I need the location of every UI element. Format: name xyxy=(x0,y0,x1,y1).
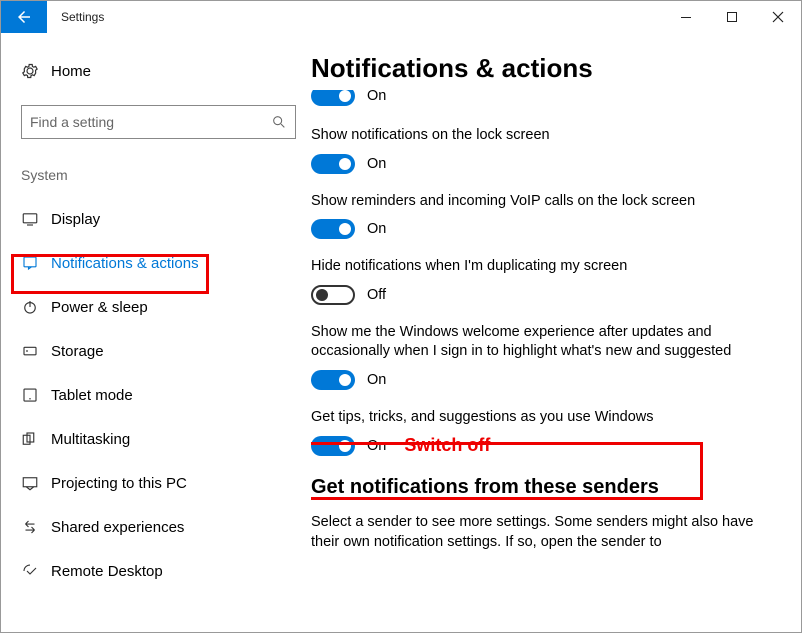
setting-label: Hide notifications when I'm duplicating … xyxy=(311,257,773,277)
main-panel: Notifications & actions On Show notifica… xyxy=(311,33,801,632)
sidebar-item-notifications[interactable]: Notifications & actions xyxy=(21,241,311,285)
gear-icon xyxy=(21,62,51,80)
body: Home System Display Notifications & acti… xyxy=(1,33,801,632)
sidebar: Home System Display Notifications & acti… xyxy=(1,33,311,632)
search-field[interactable] xyxy=(30,114,271,130)
toggle-hide-when-duplicating[interactable] xyxy=(311,285,355,305)
close-button[interactable] xyxy=(755,1,801,33)
sidebar-category: System xyxy=(21,167,311,183)
setting-cutoff: On xyxy=(311,90,773,108)
notifications-icon xyxy=(21,254,51,272)
sidebar-item-label: Remote Desktop xyxy=(51,563,163,580)
search-input[interactable] xyxy=(21,105,296,139)
sidebar-item-label: Power & sleep xyxy=(51,299,148,316)
toggle-lock-screen-notifications[interactable] xyxy=(311,154,355,174)
toggle-state: On xyxy=(367,372,386,388)
window-controls xyxy=(663,1,801,33)
power-icon xyxy=(21,298,51,316)
back-button[interactable] xyxy=(1,1,47,33)
titlebar: Settings xyxy=(1,1,801,33)
setting-label: Show me the Windows welcome experience a… xyxy=(311,323,773,362)
sidebar-item-power[interactable]: Power & sleep xyxy=(21,285,311,329)
multitasking-icon xyxy=(21,430,51,448)
sidebar-item-remote[interactable]: Remote Desktop xyxy=(21,549,311,593)
toggle-state: Off xyxy=(367,287,386,303)
sidebar-item-label: Notifications & actions xyxy=(51,255,199,272)
sidebar-item-label: Display xyxy=(51,211,100,228)
sidebar-item-label: Shared experiences xyxy=(51,519,184,536)
remote-icon xyxy=(21,562,51,580)
annotation-switch-off: Switch off xyxy=(404,435,490,456)
shared-icon xyxy=(21,518,51,536)
setting-tips-tricks: Get tips, tricks, and suggestions as you… xyxy=(311,408,773,457)
minimize-button[interactable] xyxy=(663,1,709,33)
sidebar-item-projecting[interactable]: Projecting to this PC xyxy=(21,461,311,505)
toggle-welcome-experience[interactable] xyxy=(311,370,355,390)
projecting-icon xyxy=(21,474,51,492)
setting-label: Show notifications on the lock screen xyxy=(311,126,773,146)
maximize-button[interactable] xyxy=(709,1,755,33)
setting-label: Show reminders and incoming VoIP calls o… xyxy=(311,192,773,212)
toggle-lock-screen-reminders[interactable] xyxy=(311,219,355,239)
sidebar-item-multitasking[interactable]: Multitasking xyxy=(21,417,311,461)
home-link[interactable]: Home xyxy=(21,53,311,89)
sidebar-item-label: Projecting to this PC xyxy=(51,475,187,492)
home-label: Home xyxy=(51,63,91,80)
setting-welcome-experience: Show me the Windows welcome experience a… xyxy=(311,323,773,390)
sidebar-item-label: Storage xyxy=(51,343,104,360)
display-icon xyxy=(21,210,51,228)
toggle-state: On xyxy=(367,90,386,104)
setting-lock-screen-notifications: Show notifications on the lock screen On xyxy=(311,126,773,174)
storage-icon xyxy=(21,342,51,360)
sidebar-item-label: Multitasking xyxy=(51,431,130,448)
subdesc-senders: Select a sender to see more settings. So… xyxy=(311,513,773,552)
toggle-state: On xyxy=(367,438,386,454)
search-icon xyxy=(271,114,287,130)
sidebar-item-tablet[interactable]: Tablet mode xyxy=(21,373,311,417)
setting-hide-when-duplicating: Hide notifications when I'm duplicating … xyxy=(311,257,773,305)
toggle-state: On xyxy=(367,156,386,172)
tablet-icon xyxy=(21,386,51,404)
setting-lock-screen-reminders: Show reminders and incoming VoIP calls o… xyxy=(311,192,773,240)
page-title: Notifications & actions xyxy=(311,53,773,84)
sidebar-item-display[interactable]: Display xyxy=(21,197,311,241)
toggle-tips-tricks[interactable] xyxy=(311,436,355,456)
sidebar-item-label: Tablet mode xyxy=(51,387,133,404)
setting-label: Get tips, tricks, and suggestions as you… xyxy=(311,408,773,428)
subheading-senders: Get notifications from these senders xyxy=(311,476,773,499)
toggle-state: On xyxy=(367,221,386,237)
toggle-cutoff[interactable] xyxy=(311,90,355,106)
window-title: Settings xyxy=(47,1,663,33)
sidebar-item-storage[interactable]: Storage xyxy=(21,329,311,373)
sidebar-item-shared[interactable]: Shared experiences xyxy=(21,505,311,549)
